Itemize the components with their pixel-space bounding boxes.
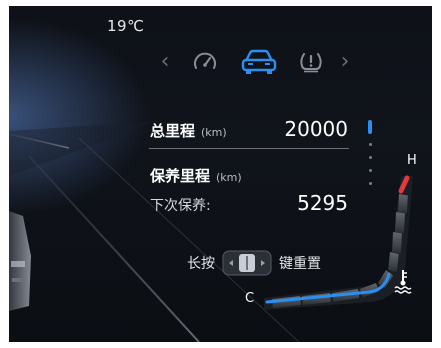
reset-hint: 长按 键重置	[187, 250, 321, 276]
gauge-high-label: H	[407, 153, 417, 168]
gauge-segment	[398, 194, 408, 214]
rocker-knob-icon	[221, 250, 273, 276]
gauge-segment	[395, 212, 405, 234]
reset-hint-prefix: 长按	[187, 256, 215, 272]
reset-hint-suffix: 键重置	[279, 256, 321, 272]
gauge-segment	[392, 232, 402, 254]
coolant-temperature-gauge	[264, 175, 413, 310]
instrument-cluster-screen: 19℃ ‹ › 总里程 (km) 20000 保养里程 (km) 下次保养: 5…	[9, 6, 432, 342]
gauge-low-label: C	[245, 291, 255, 306]
